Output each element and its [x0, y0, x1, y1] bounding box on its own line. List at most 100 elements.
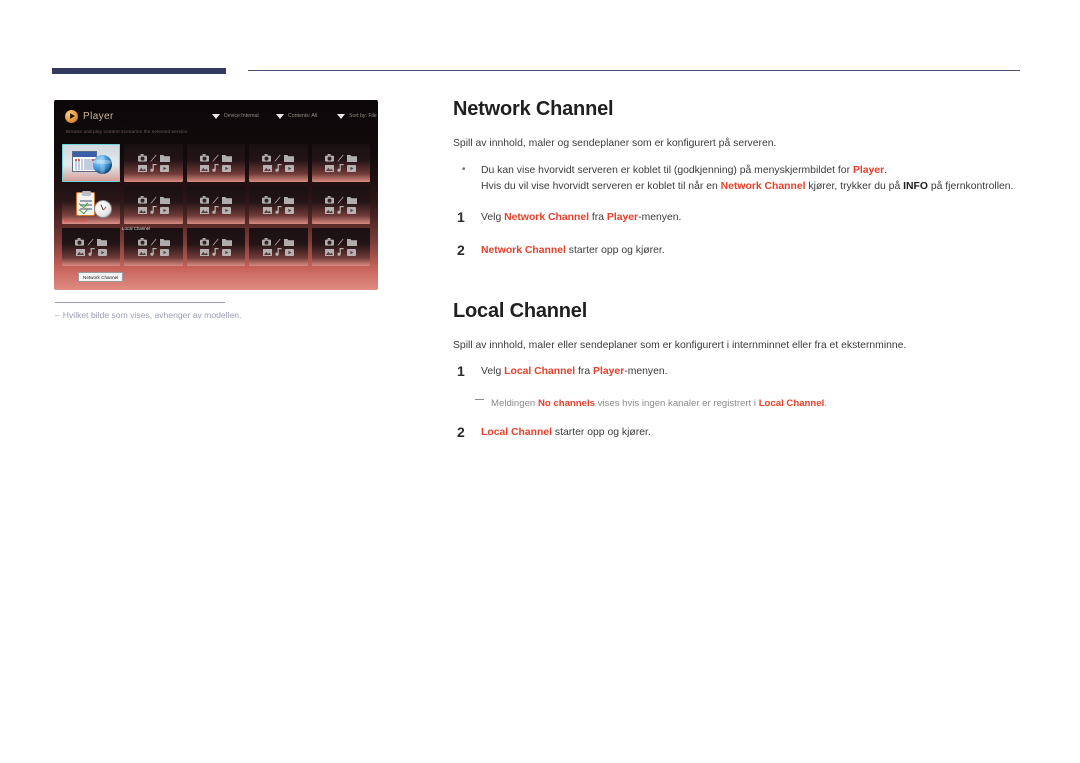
header-rule-thick	[52, 68, 226, 74]
chevron-down-icon	[337, 113, 345, 119]
network-step-2-number: 2	[457, 241, 465, 258]
image-icon	[75, 248, 85, 256]
camera-icon	[324, 196, 334, 204]
camera-icon	[199, 196, 209, 204]
music-note-icon	[150, 206, 157, 214]
network-step-2-text: starter opp og kjører.	[565, 244, 665, 256]
network-step-1-accent1: Network Channel	[504, 212, 589, 224]
pen-icon	[337, 154, 344, 162]
music-note-icon	[150, 248, 157, 256]
media-icon-cluster	[137, 154, 170, 172]
tile-caption-network-channel[interactable]: Network Channel	[78, 272, 124, 282]
bullet-l1-b: .	[884, 164, 888, 176]
tile-generic[interactable]	[311, 186, 370, 224]
tile-generic[interactable]	[62, 228, 121, 266]
pen-icon	[274, 196, 281, 204]
tile-local-channel[interactable]: No channels	[62, 186, 121, 224]
video-icon	[160, 206, 170, 214]
image-icon	[138, 248, 148, 256]
music-note-icon	[275, 164, 282, 172]
tile-generic[interactable]	[249, 228, 308, 266]
folder-icon	[221, 239, 232, 246]
tile-generic[interactable]	[311, 144, 370, 182]
local-steps-list-2: 2 Local Channel starter opp og kjører.	[453, 424, 1023, 441]
local-steps-list: 1 Velg Local Channel fra Player-menyen.	[453, 363, 1023, 380]
filter-device-dropdown[interactable]: Device:Internal	[212, 113, 259, 119]
video-icon	[284, 206, 294, 214]
filter-contents-label: Contents: All	[288, 113, 318, 119]
media-icon-cluster	[199, 196, 232, 214]
pen-icon	[337, 238, 344, 246]
product-screenshot-figure: Player Device:Internal Contents: All Sor…	[54, 100, 378, 290]
video-icon	[160, 248, 170, 256]
folder-icon	[346, 239, 357, 246]
local-step-1-a: Velg	[481, 366, 505, 378]
music-note-icon	[337, 206, 344, 214]
media-icon-cluster	[75, 238, 108, 256]
image-icon	[200, 164, 210, 172]
network-step-1-number: 1	[457, 209, 465, 226]
bullet-l1-a: Du kan vise hvorvidt serveren er koblet …	[481, 164, 853, 176]
video-icon	[347, 248, 357, 256]
folder-icon	[159, 197, 170, 204]
music-note-icon	[275, 248, 282, 256]
tile-status-no-channels: No channels	[64, 217, 88, 223]
tile-generic[interactable]	[249, 144, 308, 182]
network-step-1-c: -menyen.	[638, 212, 682, 224]
folder-icon	[284, 239, 295, 246]
pen-icon	[149, 196, 157, 204]
bullet-l1-accent: Player	[852, 164, 885, 176]
clipboard-clock-icon	[68, 190, 114, 219]
chevron-down-icon	[276, 113, 284, 119]
local-step-1-number: 1	[457, 363, 465, 380]
media-icon-cluster	[262, 238, 295, 256]
filter-sort-dropdown[interactable]: Sort by: File Name	[337, 113, 378, 119]
local-step-1-accent1: Local Channel	[504, 366, 576, 378]
network-lead-paragraph: Spill av innhold, maler og sendeplaner s…	[453, 138, 777, 149]
player-subtitle: Browse and play content scenarios the se…	[66, 129, 189, 134]
header-rule-thin	[248, 70, 1020, 71]
pen-icon	[212, 196, 219, 204]
camera-icon	[262, 154, 272, 162]
video-icon	[160, 164, 170, 172]
figure-note-rule	[55, 302, 225, 303]
local-step-1-accent2: Player	[593, 366, 625, 378]
tile-generic[interactable]	[124, 228, 183, 266]
tile-generic[interactable]	[186, 144, 246, 182]
tile-generic[interactable]	[186, 186, 246, 224]
video-icon	[347, 164, 357, 172]
image-icon	[200, 248, 210, 256]
filter-contents-dropdown[interactable]: Contents: All	[276, 113, 317, 119]
media-icon-cluster	[324, 196, 357, 214]
music-note-icon	[212, 248, 220, 256]
calendar-globe-icon	[68, 149, 114, 177]
folder-icon	[346, 197, 357, 204]
pen-icon	[149, 238, 157, 246]
folder-icon	[221, 197, 232, 204]
tile-generic[interactable]	[124, 144, 183, 182]
local-step-2-accent: Local Channel	[481, 427, 553, 439]
video-icon	[284, 248, 294, 256]
media-icon-cluster	[262, 154, 295, 172]
tile-generic[interactable]	[249, 186, 308, 224]
tile-generic[interactable]	[186, 228, 246, 266]
local-note-c: .	[824, 397, 827, 409]
local-note-b: vises hvis ingen kanaler er registrert i	[594, 397, 759, 409]
tile-generic[interactable]	[311, 228, 370, 266]
filter-sort-label: Sort by: File Name	[349, 113, 378, 119]
video-icon	[222, 206, 232, 214]
network-step-2: 2 Network Channel starter opp og kjører.	[453, 241, 1023, 259]
music-note-icon	[212, 206, 220, 214]
camera-icon	[199, 154, 209, 162]
network-steps-list: 1 Velg Network Channel fra Player-menyen.…	[453, 209, 1023, 259]
tile-network-channel[interactable]	[62, 144, 121, 182]
local-note-accent2: Local Channel	[758, 397, 825, 409]
network-step-1-b: fra	[589, 212, 607, 224]
video-icon	[284, 164, 294, 172]
local-note: Meldingen No channels vises hvis ingen k…	[453, 397, 1023, 411]
network-bullet-item: Du kan vise hvorvidt serveren er koblet …	[453, 162, 1023, 197]
player-header-bar: Player Device:Internal Contents: All Sor…	[54, 100, 378, 140]
network-step-2-accent: Network Channel	[481, 244, 566, 256]
local-lead-paragraph: Spill av innhold, maler eller sendeplane…	[453, 339, 907, 351]
tile-generic[interactable]	[124, 186, 183, 224]
